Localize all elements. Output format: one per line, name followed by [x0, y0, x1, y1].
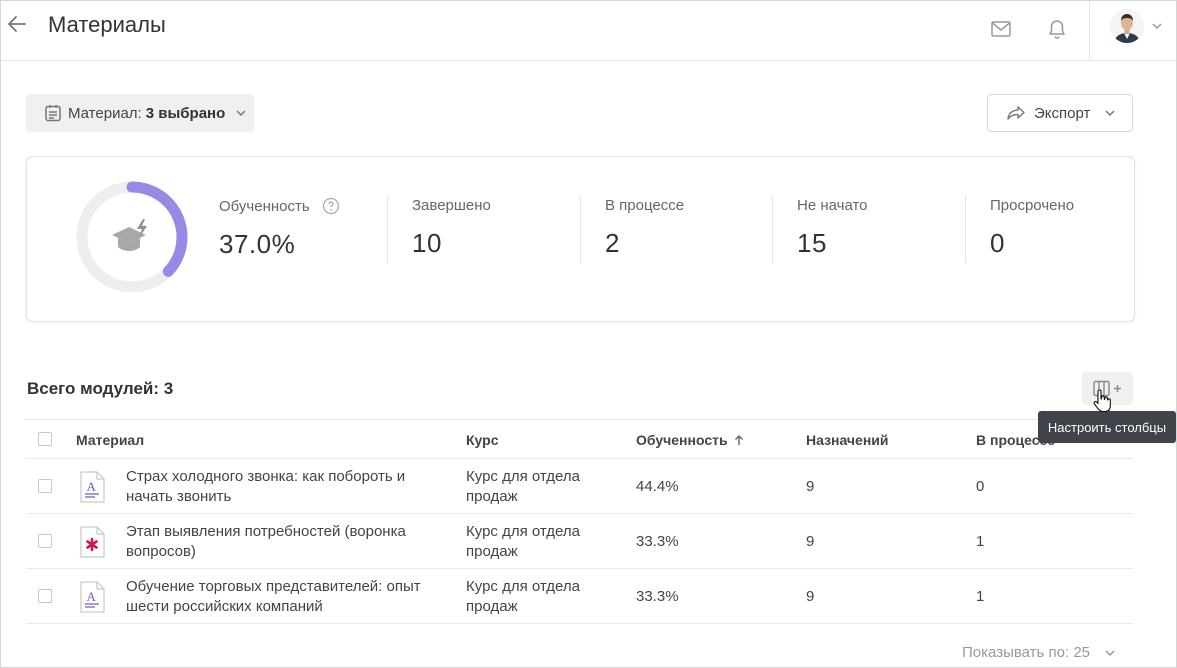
stat-divider: [580, 197, 581, 263]
sort-ascending-icon: [734, 435, 743, 445]
hand-cursor-icon: [1093, 389, 1111, 413]
columns-tooltip: Настроить столбцы: [1038, 406, 1176, 443]
table-row[interactable]: A Страх холодного звонка: как побороть и…: [26, 459, 1133, 514]
user-menu[interactable]: [1101, 9, 1167, 45]
page-size-label: Показывать по: 25: [962, 644, 1090, 661]
filter-label: Материал:: [68, 104, 142, 122]
column-header-material[interactable]: Материал: [76, 432, 144, 448]
page-title: Материалы: [48, 12, 166, 37]
stat-label: Завершено: [412, 197, 491, 214]
text-document-icon: A: [80, 471, 105, 503]
progress-value: 33.3%: [636, 588, 679, 605]
page-size-selector[interactable]: Показывать по: 25: [962, 644, 1116, 661]
svg-text:A: A: [87, 479, 97, 494]
material-filter-button[interactable]: Материал: 3 выбрано: [26, 94, 254, 132]
stat-divider: [387, 197, 388, 263]
column-header-assignments[interactable]: Назначений: [806, 432, 889, 448]
svg-text:A: A: [87, 589, 97, 604]
assignments-value: 9: [806, 533, 815, 550]
column-header-progress[interactable]: Обученность: [636, 432, 744, 448]
calendar-icon: [45, 105, 61, 122]
stat-completed: Завершено 10: [412, 197, 491, 267]
material-title[interactable]: Этап выявления потребностей (воронка воп…: [126, 522, 436, 562]
export-label: Экспорт: [1034, 104, 1091, 122]
graduation-cap-icon: [112, 219, 147, 251]
bell-icon[interactable]: [1047, 18, 1067, 40]
header-divider: [1089, 1, 1090, 60]
mail-icon[interactable]: [990, 19, 1012, 39]
stat-label: В процессе: [605, 197, 685, 214]
share-icon: [1007, 106, 1025, 120]
stat-label: Не начато: [797, 197, 868, 214]
material-title[interactable]: Страх холодного звонка: как побороть и н…: [126, 467, 436, 507]
column-header-course[interactable]: Курс: [466, 432, 498, 448]
top-header: Материалы: [1, 1, 1176, 61]
course-name: Курс для отдела продаж: [466, 578, 580, 615]
stat-value: 0: [990, 228, 1005, 258]
table-row[interactable]: Этап выявления потребностей (воронка воп…: [26, 514, 1133, 569]
course-name: Курс для отдела продаж: [466, 468, 580, 505]
table-row[interactable]: A Обучение торговых представителей: опыт…: [26, 569, 1133, 624]
stat-value: 2: [605, 228, 620, 258]
stat-overdue: Просрочено 0: [990, 197, 1074, 267]
assignments-value: 9: [806, 478, 815, 495]
column-header-progress-label: Обученность: [636, 432, 728, 448]
modules-table: Материал Курс Обученность Назначений В п…: [26, 419, 1133, 624]
stat-not-started: Не начато 15: [797, 197, 868, 267]
select-all-checkbox[interactable]: [38, 432, 52, 446]
filter-value: 3 выбрано: [145, 104, 226, 122]
stat-label: Обученность: [219, 197, 310, 215]
material-title[interactable]: Обучение торговых представителей: опыт ш…: [126, 577, 436, 617]
stats-card: Обученность 37.0% Завершено 10 В процесс…: [26, 156, 1135, 322]
help-icon[interactable]: [322, 197, 340, 215]
chevron-down-icon: [236, 110, 246, 117]
stat-divider: [772, 197, 773, 263]
table-header: Материал Курс Обученность Назначений В п…: [26, 419, 1133, 459]
row-checkbox[interactable]: [38, 534, 52, 548]
text-document-icon: A: [80, 581, 105, 613]
stat-progress: Обученность 37.0%: [219, 197, 340, 267]
chevron-down-icon: [1105, 649, 1115, 656]
in-progress-value: 1: [976, 533, 985, 550]
stat-label: Просрочено: [990, 197, 1075, 214]
course-name: Курс для отдела продаж: [466, 523, 580, 560]
arrow-left-icon[interactable]: [6, 13, 28, 35]
progress-ring: [76, 181, 188, 293]
stat-value: 10: [412, 228, 442, 258]
row-checkbox[interactable]: [38, 589, 52, 603]
stat-in-progress: В процессе 2: [605, 197, 684, 267]
stat-value: 15: [797, 228, 827, 258]
stat-divider: [965, 197, 966, 263]
progress-value: 44.4%: [636, 478, 679, 495]
in-progress-value: 0: [976, 478, 985, 495]
chevron-down-icon: [1105, 110, 1115, 117]
avatar[interactable]: [1110, 9, 1144, 43]
modules-total: Всего модулей: 3: [27, 379, 174, 398]
stat-value: 37.0%: [219, 229, 296, 259]
chevron-down-icon: [1152, 23, 1162, 30]
row-checkbox[interactable]: [38, 479, 52, 493]
assignments-value: 9: [806, 588, 815, 605]
export-button[interactable]: Экспорт: [987, 94, 1133, 132]
presentation-document-icon: [80, 526, 105, 558]
progress-value: 33.3%: [636, 533, 679, 550]
in-progress-value: 1: [976, 588, 985, 605]
